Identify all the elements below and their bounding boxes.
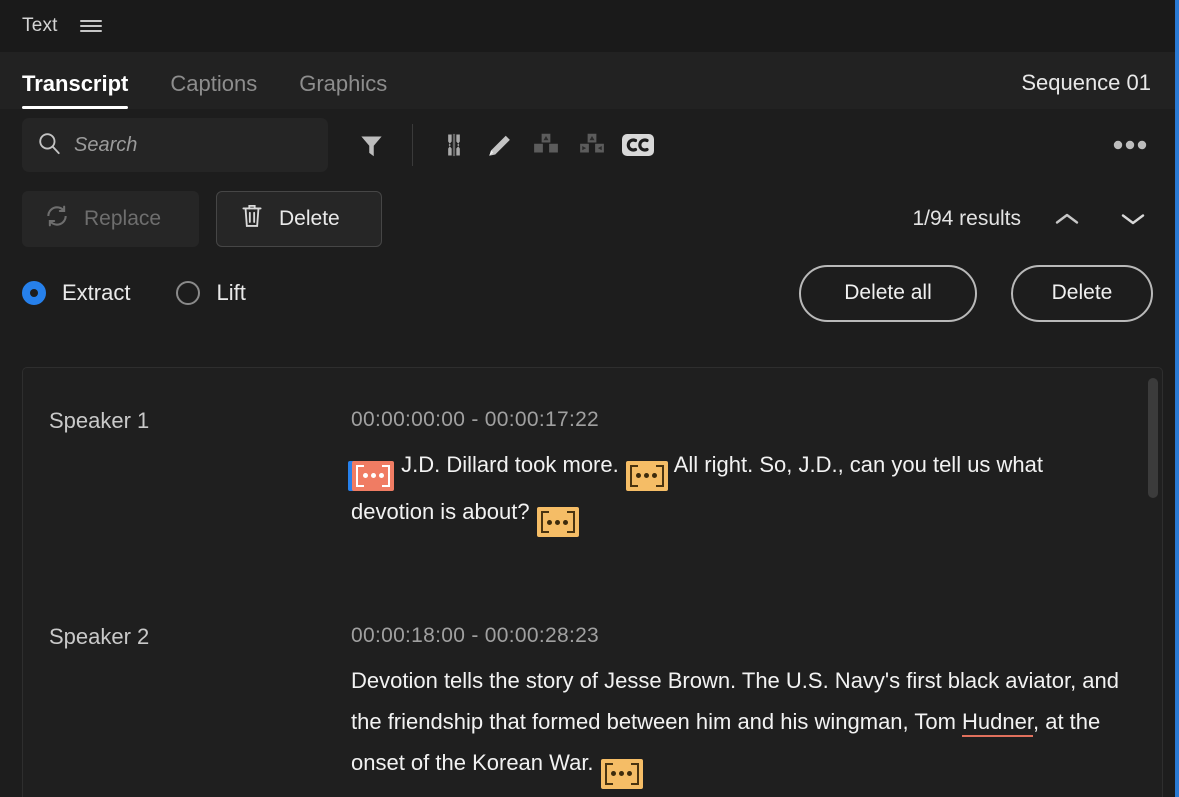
pill-button-group: Delete all Delete bbox=[799, 264, 1153, 322]
delete-button[interactable]: Delete bbox=[216, 191, 382, 247]
delete-mode-row: Extract Lift Delete all Delete bbox=[0, 257, 1175, 329]
replace-button[interactable]: Replace bbox=[22, 191, 199, 247]
delete-label: Delete bbox=[279, 207, 340, 230]
mode-label-extract: Extract bbox=[62, 280, 131, 305]
cc-icon[interactable] bbox=[615, 122, 661, 168]
transcript-scrollbar[interactable] bbox=[1148, 376, 1158, 789]
transcript-segment: Speaker 2 00:00:18:00 - 00:00:28:23 Devo… bbox=[23, 610, 1162, 797]
mode-option-extract[interactable]: Extract bbox=[22, 280, 130, 306]
pause-marker[interactable] bbox=[625, 460, 668, 491]
segment-text[interactable]: Devotion tells the story of Jesse Brown.… bbox=[351, 660, 1132, 789]
results-navigator: 1/94 results bbox=[912, 199, 1153, 239]
tab-captions[interactable]: Captions bbox=[170, 73, 285, 109]
segment-text-part: J.D. Dillard took more. bbox=[395, 452, 625, 477]
pause-marker-selected[interactable] bbox=[352, 460, 394, 491]
sequence-name: Sequence 01 bbox=[1021, 70, 1151, 95]
refresh-icon bbox=[44, 203, 70, 235]
find-action-row: Replace Delete 1/94 results bbox=[0, 181, 1175, 257]
search-placeholder: Search bbox=[74, 133, 138, 156]
search-icon bbox=[36, 130, 62, 161]
panel-menu-icon[interactable] bbox=[79, 18, 102, 34]
pause-gap-icon[interactable] bbox=[431, 122, 477, 168]
pause-marker[interactable] bbox=[536, 507, 579, 537]
more-options-icon[interactable] bbox=[1107, 122, 1153, 168]
results-count: 1/94 results bbox=[912, 207, 1021, 230]
graphics-align-icon[interactable] bbox=[569, 122, 615, 168]
pencil-edit-icon[interactable] bbox=[477, 122, 523, 168]
segment-timecode[interactable]: 00:00:18:00 - 00:00:28:23 bbox=[351, 624, 1132, 648]
trash-icon bbox=[239, 202, 265, 236]
radio-extract[interactable] bbox=[22, 281, 46, 305]
transcript-scrollbar-thumb[interactable] bbox=[1148, 378, 1158, 498]
mode-label-lift: Lift bbox=[216, 280, 246, 305]
segment-body: 00:00:00:00 - 00:00:17:22 J.D. Dillard t… bbox=[351, 394, 1132, 610]
replace-label: Replace bbox=[84, 207, 162, 230]
panel-titlebar: Text bbox=[0, 0, 1175, 52]
transcript-segment: Speaker 1 00:00:00:00 - 00:00:17:22 J.D.… bbox=[23, 394, 1162, 610]
panel-title: Text bbox=[22, 15, 58, 36]
pause-marker[interactable] bbox=[600, 758, 643, 789]
chevron-up-icon[interactable] bbox=[1047, 199, 1087, 239]
misspelled-word[interactable]: Hudner bbox=[962, 709, 1033, 737]
speaker-label[interactable]: Speaker 2 bbox=[49, 610, 351, 797]
transcript-scroll-area[interactable]: Speaker 1 00:00:00:00 - 00:00:17:22 J.D.… bbox=[23, 368, 1162, 797]
delete-all-button[interactable]: Delete all bbox=[799, 264, 977, 322]
segment-timecode[interactable]: 00:00:00:00 - 00:00:17:22 bbox=[351, 408, 1132, 432]
search-toolbar: Search bbox=[0, 109, 1175, 181]
graphics-group-icon[interactable] bbox=[523, 122, 569, 168]
tab-transcript[interactable]: Transcript bbox=[22, 73, 156, 109]
transcript-list: Speaker 1 00:00:00:00 - 00:00:17:22 J.D.… bbox=[22, 367, 1163, 797]
filter-icon[interactable] bbox=[348, 122, 394, 168]
segment-body: 00:00:18:00 - 00:00:28:23 Devotion tells… bbox=[351, 610, 1132, 797]
delete-pill-button[interactable]: Delete bbox=[1011, 264, 1153, 322]
chevron-down-icon[interactable] bbox=[1113, 199, 1153, 239]
tab-graphics[interactable]: Graphics bbox=[299, 73, 415, 109]
segment-text[interactable]: J.D. Dillard took more. All right. So, J… bbox=[351, 444, 1132, 537]
mode-option-lift[interactable]: Lift bbox=[176, 280, 246, 306]
toolbar-divider bbox=[412, 124, 413, 166]
text-panel: Text Transcript Captions Graphics Sequen… bbox=[0, 0, 1179, 797]
search-input[interactable]: Search bbox=[22, 118, 328, 172]
radio-lift[interactable] bbox=[176, 281, 201, 305]
tab-strip: Transcript Captions Graphics Sequence 01 bbox=[0, 52, 1175, 109]
speaker-label[interactable]: Speaker 1 bbox=[49, 394, 351, 610]
